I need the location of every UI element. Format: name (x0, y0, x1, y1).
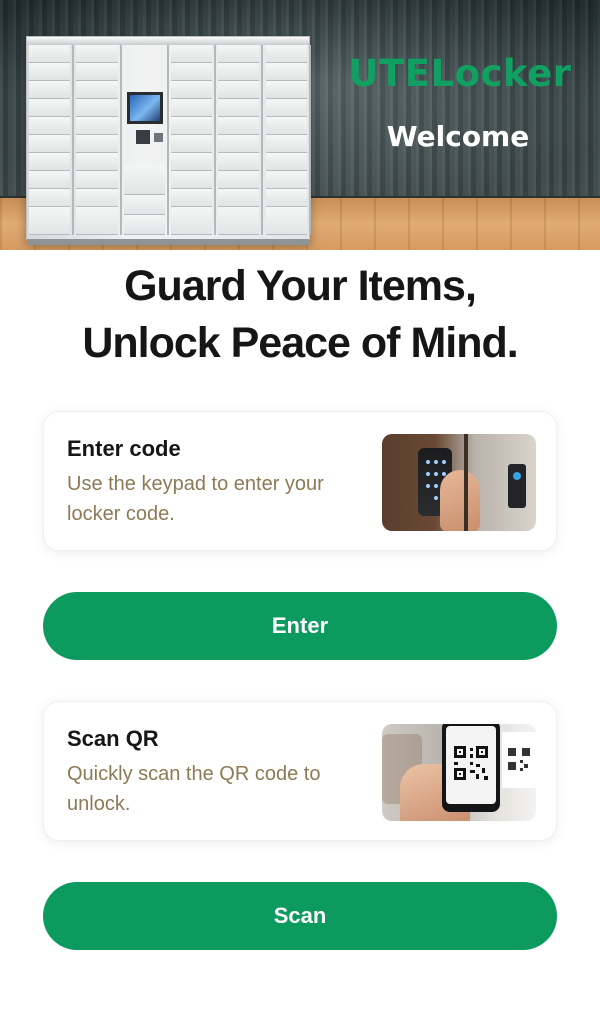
headline-line-1: Guard Your Items, (124, 262, 477, 310)
scan-qr-card: Scan QR Quickly scan the QR code to unlo… (43, 701, 557, 841)
enter-code-card: Enter code Use the keypad to enter your … (43, 411, 557, 551)
scan-qr-description: Quickly scan the QR code to unlock. (67, 763, 321, 815)
scan-button[interactable]: Scan (43, 882, 557, 950)
hero-banner: UTELocker Welcome (0, 0, 600, 250)
phone-icon (442, 724, 500, 812)
headline-line-2: Unlock Peace of Mind. (82, 319, 518, 367)
scan-qr-title: Scan QR (67, 726, 159, 751)
keypad-photo-icon (382, 434, 536, 531)
card-reader-icon (508, 464, 526, 508)
qr-scan-photo-icon (382, 724, 536, 821)
locker-kiosk-image (26, 36, 311, 245)
enter-code-description: Use the keypad to enter your locker code… (67, 473, 324, 525)
brand-title: UTELocker (348, 52, 572, 95)
kiosk-card-reader (136, 130, 150, 144)
enter-button[interactable]: Enter (43, 592, 557, 660)
headline: Guard Your Items, Unlock Peace of Mind. (0, 258, 600, 372)
kiosk-screen (127, 92, 163, 124)
qr-sign-icon (502, 732, 536, 788)
qr-code-icon (454, 746, 488, 780)
enter-code-title: Enter code (67, 436, 181, 461)
welcome-text: Welcome (386, 120, 530, 153)
